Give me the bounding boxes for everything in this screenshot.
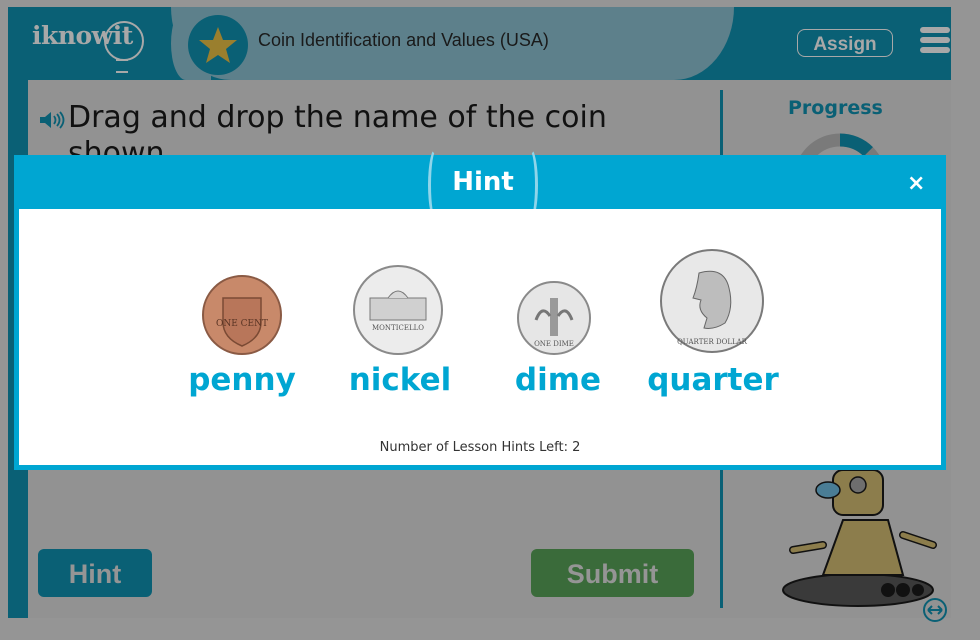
star-badge <box>188 15 248 75</box>
coin-penny: ONE CENT <box>201 274 283 360</box>
modal-title: Hint <box>452 167 514 197</box>
nickel-inscription: MONTICELLO <box>372 324 424 332</box>
lightbulb-icon <box>104 21 144 61</box>
close-icon[interactable]: × <box>907 171 925 196</box>
quarter-coin-icon: QUARTER DOLLAR <box>660 249 764 353</box>
coin-label-quarter[interactable]: quarter <box>633 362 793 398</box>
hint-modal: Hint × ONE CENT MONTICELLO ONE DIME QUAR… <box>14 147 946 470</box>
speaker-icon[interactable] <box>38 110 66 130</box>
nickel-coin-icon: MONTICELLO <box>353 265 443 355</box>
modal-title-wrap: Hint <box>428 147 538 223</box>
dime-coin-icon: ONE DIME <box>517 281 591 355</box>
assign-button[interactable]: Assign <box>797 29 893 57</box>
swap-arrows-icon[interactable] <box>922 597 948 623</box>
coin-label-dime[interactable]: dime <box>478 362 638 398</box>
coin-label-penny[interactable]: penny <box>162 362 322 398</box>
progress-label: Progress <box>788 97 883 119</box>
lightbulb-base-icon <box>116 59 128 73</box>
coin-quarter: QUARTER DOLLAR <box>659 248 765 358</box>
lesson-title: Coin Identification and Values (USA) <box>258 30 549 50</box>
penny-inscription: ONE CENT <box>216 319 268 329</box>
quarter-inscription: QUARTER DOLLAR <box>677 338 748 346</box>
star-icon <box>199 27 237 63</box>
submit-button[interactable]: Submit <box>531 549 694 597</box>
coin-list: ONE CENT MONTICELLO ONE DIME QUARTER DOL… <box>19 209 941 409</box>
hamburger-menu-icon[interactable] <box>920 27 950 57</box>
modal-body: ONE CENT MONTICELLO ONE DIME QUARTER DOL… <box>19 209 941 465</box>
hint-button[interactable]: Hint <box>38 549 152 597</box>
coin-label-nickel[interactable]: nickel <box>320 362 480 398</box>
penny-coin-icon: ONE CENT <box>202 275 282 355</box>
coin-dime: ONE DIME <box>516 280 592 360</box>
coin-nickel: MONTICELLO <box>352 264 444 360</box>
dime-inscription: ONE DIME <box>534 340 574 348</box>
hints-left-text: Number of Lesson Hints Left: 2 <box>379 440 581 455</box>
